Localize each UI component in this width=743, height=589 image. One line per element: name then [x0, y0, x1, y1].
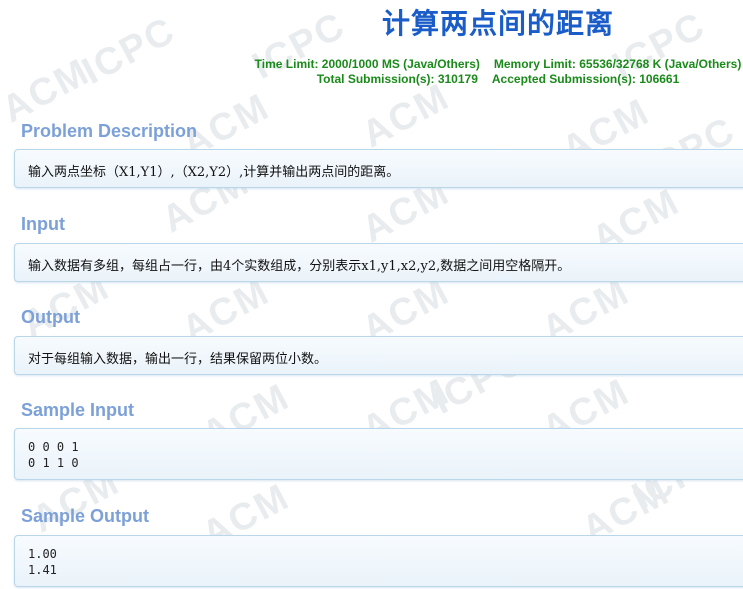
- section-heading-output: Output: [21, 307, 80, 327]
- section-heading-input: Input: [21, 214, 65, 234]
- memory-limit: Memory Limit: 65536/32768 K (Java/Others…: [493, 57, 742, 71]
- problem-page: ACM ICPC ICPC ICPC ACM ACM ACM ICPC ACM …: [0, 0, 743, 589]
- panel-description: 输入两点坐标（X1,Y1）,（X2,Y2）,计算并输出两点间的距离。: [14, 149, 743, 188]
- panel-input: 输入数据有多组，每组占一行，由4个实数组成，分别表示x1,y1,x2,y2,数据…: [14, 243, 743, 282]
- watermark-acm: ACM: [355, 75, 457, 157]
- description-text: 输入两点坐标（X1,Y1）,（X2,Y2）,计算并输出两点间的距离。: [28, 165, 400, 180]
- limits-line-2: Total Submission(s): 310179 Accepted Subm…: [0, 72, 743, 87]
- total-submissions: Total Submission(s): 310179: [316, 72, 478, 86]
- problem-title: 计算两点间的距离: [381, 7, 614, 40]
- accepted-submissions: Accepted Submission(s): 106661: [491, 72, 680, 86]
- section-heading-sample-output: Sample Output: [21, 506, 150, 526]
- time-limit: Time Limit: 2000/1000 MS (Java/Others): [254, 57, 480, 71]
- panel-output: 对于每组输入数据，输出一行，结果保留两位小数。: [14, 336, 743, 375]
- panel-sample-output: 1.00 1.41: [14, 535, 743, 587]
- panel-sample-input: 0 0 0 1 0 1 1 0: [14, 428, 743, 480]
- sample-input-code: 0 0 0 1 0 1 1 0: [28, 440, 79, 470]
- limits-line-1: Time Limit: 2000/1000 MS (Java/Others) Me…: [0, 57, 743, 72]
- problem-limits: Time Limit: 2000/1000 MS (Java/Others) Me…: [0, 57, 743, 87]
- input-text: 输入数据有多组，每组占一行，由4个实数组成，分别表示x1,y1,x2,y2,数据…: [28, 259, 571, 274]
- sample-output-code: 1.00 1.41: [28, 547, 57, 577]
- section-heading-description: Problem Description: [21, 121, 198, 141]
- section-heading-sample-input: Sample Input: [21, 400, 135, 420]
- output-text: 对于每组输入数据，输出一行，结果保留两位小数。: [28, 352, 328, 367]
